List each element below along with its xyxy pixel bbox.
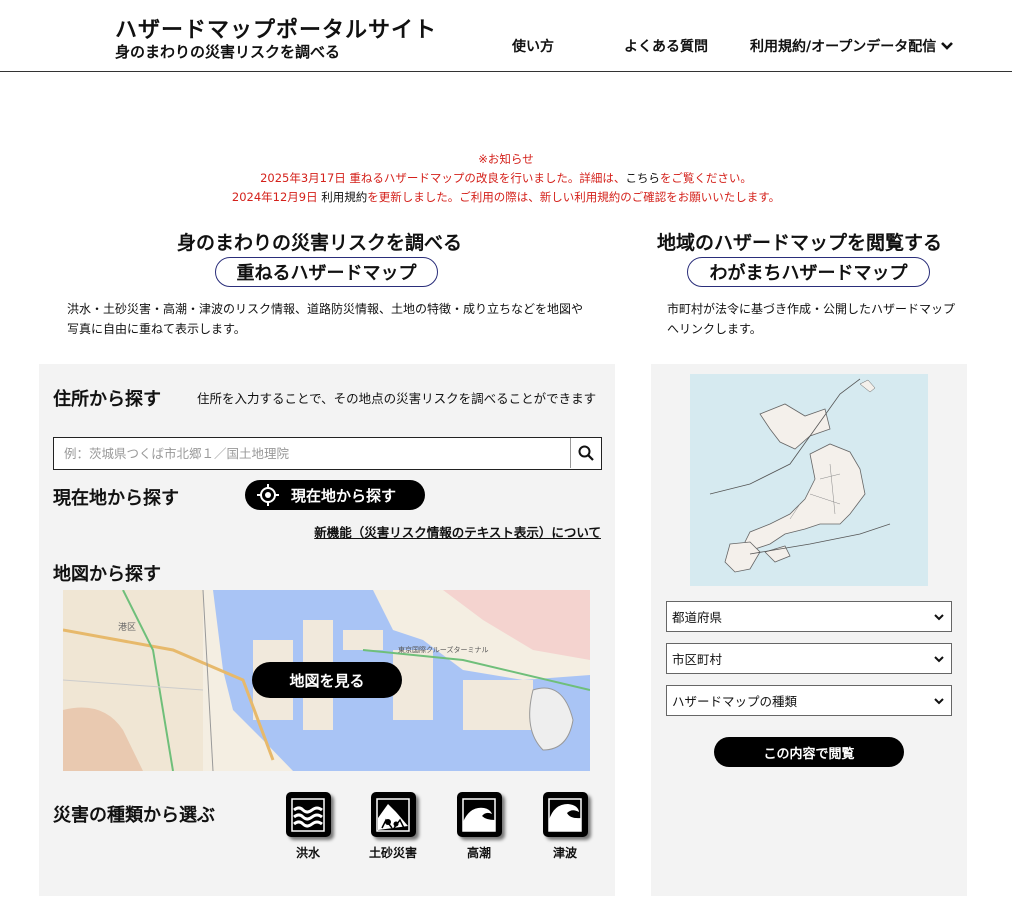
- current-location-button-label: 現在地から探す: [291, 486, 397, 505]
- view-map-button[interactable]: 地図を見る: [252, 662, 402, 698]
- crosshair-icon: [257, 484, 279, 506]
- search-panel: 住所から探す 住所を入力することで、その地点の災害リスクを調べることができます …: [39, 364, 615, 896]
- view-map-button-label: 地図を見る: [289, 671, 365, 690]
- flood-icon: [285, 792, 331, 837]
- nav-terms-label: 利用規約/オープンデータ配信: [750, 39, 937, 55]
- japan-map-image: [690, 374, 928, 586]
- hazard-flood-button[interactable]: 洪水: [273, 792, 343, 861]
- notice-link-terms[interactable]: 利用規約: [321, 190, 367, 204]
- map-thumbnail[interactable]: 港区 東京国際クルーズターミナル 地図を見る: [63, 590, 590, 771]
- view-local-map-button[interactable]: この内容で閲覧: [714, 737, 904, 767]
- chevron-down-icon: [941, 42, 954, 50]
- address-search-box: [53, 437, 602, 470]
- left-section-heading: 身のまわりの災害リスクを調べる: [177, 232, 463, 254]
- address-search-input[interactable]: [54, 438, 570, 468]
- notice-block: ※お知らせ 2025年3月17日 重ねるハザードマップの改良を行いました。詳細は…: [0, 150, 1012, 207]
- hazard-tsunami-label: 津波: [552, 846, 577, 860]
- landslide-icon: [370, 792, 416, 837]
- map-search-title: 地図から探す: [53, 564, 161, 585]
- notice-line-2-date: 2024年12月9日: [231, 190, 322, 204]
- view-local-map-button-label: この内容で閲覧: [763, 746, 855, 762]
- left-section-description: 洪水・土砂災害・高潮・津波のリスク情報、道路防災情報、土地の特徴・成り立ちなどを…: [67, 302, 584, 336]
- notice-link-here[interactable]: こちら: [625, 171, 660, 185]
- notice-line-2-text: を更新しました。ご利用の際は、新しい利用規約のご確認をお願いいたします。: [367, 190, 781, 204]
- notice-line-1: 2025年3月17日 重ねるハザードマップの改良を行いました。詳細は、こちらをご…: [0, 169, 1012, 188]
- tsunami-icon: [542, 792, 588, 837]
- hazard-storm-surge-label: 高潮: [466, 846, 491, 860]
- map-label-terminal: 東京国際クルーズターミナル: [398, 645, 488, 654]
- hazard-landslide-button[interactable]: 土砂災害: [358, 792, 428, 861]
- local-hazard-map-title[interactable]: わがまちハザードマップ: [687, 257, 930, 287]
- search-icon: [578, 445, 594, 461]
- hazard-flood-label: 洪水: [295, 846, 320, 860]
- current-location-button[interactable]: 現在地から探す: [245, 480, 425, 510]
- site-subtitle: 身のまわりの災害リスクを調べる: [115, 43, 341, 61]
- nav-faq[interactable]: よくある質問: [624, 36, 708, 56]
- hazard-type-title: 災害の種類から選ぶ: [53, 805, 215, 826]
- right-section-heading: 地域のハザードマップを閲覧する: [657, 232, 943, 254]
- right-section-description: 市町村が法令に基づき作成・公開したハザードマップへリンクします。: [667, 302, 956, 336]
- overlay-hazard-map-title[interactable]: 重ねるハザードマップ: [215, 257, 438, 287]
- japan-map[interactable]: [690, 374, 928, 586]
- notice-line-2: 2024年12月9日 利用規約を更新しました。ご利用の際は、新しい利用規約のご確…: [0, 188, 1012, 207]
- site-header: ハザードマップポータルサイト 身のまわりの災害リスクを調べる 使い方 よくある質…: [0, 0, 1012, 72]
- chevron-down-icon: [934, 698, 944, 705]
- local-map-panel: 都道府県 市区町村 ハザードマップの種類 この内容で閲覧: [651, 364, 967, 896]
- nav-terms-dropdown[interactable]: 利用規約/オープンデータ配信: [750, 36, 954, 56]
- prefecture-select[interactable]: 都道府県: [666, 601, 952, 632]
- municipality-select-value: 市区町村: [672, 652, 723, 667]
- hazard-storm-surge-button[interactable]: 高潮: [444, 792, 514, 861]
- site-title[interactable]: ハザードマップポータルサイト: [115, 12, 437, 44]
- current-location-title: 現在地から探す: [53, 488, 179, 509]
- new-feature-link[interactable]: 新機能（災害リスク情報のテキスト表示）について: [314, 522, 601, 541]
- municipality-select[interactable]: 市区町村: [666, 643, 952, 674]
- prefecture-select-value: 都道府県: [672, 610, 723, 625]
- notice-line-1-tail: をご覧ください。: [659, 171, 752, 185]
- search-button[interactable]: [570, 438, 601, 468]
- map-type-select-value: ハザードマップの種類: [672, 694, 798, 709]
- map-type-select[interactable]: ハザードマップの種類: [666, 685, 952, 716]
- chevron-down-icon: [934, 614, 944, 621]
- chevron-down-icon: [934, 656, 944, 663]
- nav-howto[interactable]: 使い方: [512, 36, 554, 56]
- hazard-tsunami-button[interactable]: 津波: [530, 792, 600, 861]
- hazard-landslide-label: 土砂災害: [368, 846, 417, 860]
- notice-line-1-text: 2025年3月17日 重ねるハザードマップの改良を行いました。詳細は、: [260, 171, 626, 185]
- address-search-title: 住所から探す: [53, 389, 161, 410]
- map-label-minato: 港区: [118, 621, 136, 633]
- notice-heading: ※お知らせ: [478, 152, 534, 166]
- storm-surge-icon: [456, 792, 502, 837]
- address-search-description: 住所を入力することで、その地点の災害リスクを調べることができます: [197, 391, 597, 406]
